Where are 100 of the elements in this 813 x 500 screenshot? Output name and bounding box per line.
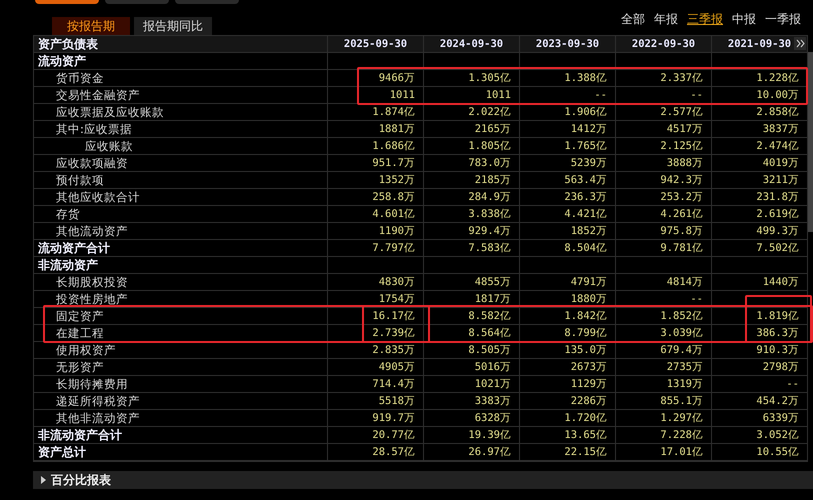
table-cell: 1.819亿 bbox=[712, 308, 808, 324]
table-cell: 28.57亿 bbox=[328, 444, 424, 460]
row-label: 在建工程 bbox=[34, 325, 328, 341]
table-cell: -- bbox=[712, 376, 808, 392]
table-cell: 2673万 bbox=[520, 359, 616, 375]
table-cell: 8.799亿 bbox=[520, 325, 616, 341]
table-cell: 9466万 bbox=[328, 70, 424, 86]
row-label: 长期待摊费用 bbox=[34, 376, 328, 392]
table-cell: 1011 bbox=[424, 87, 520, 103]
table-cell: 3.838亿 bbox=[424, 206, 520, 222]
report-tab[interactable]: 按报告期 bbox=[52, 17, 130, 35]
row-label: 流动资产合计 bbox=[34, 240, 328, 256]
table-cell: 2.739亿 bbox=[328, 325, 424, 341]
table-cell: 2.337亿 bbox=[616, 70, 712, 86]
table-cell: 1880万 bbox=[520, 291, 616, 307]
collapsed-section-bar[interactable]: 百分比报表 bbox=[33, 471, 813, 489]
table-cell: 284.9万 bbox=[424, 189, 520, 205]
row-label: 交易性金融资产 bbox=[34, 87, 328, 103]
table-cell: 258.8万 bbox=[328, 189, 424, 205]
table-cell: 5518万 bbox=[328, 393, 424, 409]
row-label: 使用权资产 bbox=[34, 342, 328, 358]
date-text: 2025-09-30 bbox=[344, 38, 408, 50]
period-filter[interactable]: 中报 bbox=[732, 10, 756, 28]
table-cell: 3.039亿 bbox=[616, 325, 712, 341]
table-cell: -- bbox=[616, 87, 712, 103]
table-cell: 1.765亿 bbox=[520, 138, 616, 154]
period-filter[interactable]: 一季报 bbox=[765, 10, 801, 28]
table-cell: 1.297亿 bbox=[616, 410, 712, 426]
row-label: 投资性房地产 bbox=[34, 291, 328, 307]
table-cell: 3.052亿 bbox=[712, 427, 808, 443]
report-tab[interactable]: 报告期同比 bbox=[134, 17, 212, 35]
table-cell: 1.720亿 bbox=[520, 410, 616, 426]
table-cell: 3888万 bbox=[616, 155, 712, 171]
table-cell: 1.686亿 bbox=[328, 138, 424, 154]
table-cell: 2.835万 bbox=[328, 342, 424, 358]
table-cell: 1.852亿 bbox=[616, 308, 712, 324]
table-cell: 9.781亿 bbox=[616, 240, 712, 256]
table-cell: 2185万 bbox=[424, 172, 520, 188]
table-cell: 386.3万 bbox=[712, 325, 808, 341]
table-cell: 6339万 bbox=[712, 410, 808, 426]
table-cell: 975.8万 bbox=[616, 223, 712, 239]
table-cell: 1.805亿 bbox=[424, 138, 520, 154]
date-text: 2021-09-30 bbox=[728, 38, 792, 50]
row-label: 递延所得税资产 bbox=[34, 393, 328, 409]
table-cell: 4.601亿 bbox=[328, 206, 424, 222]
table-title: 资产负债表 bbox=[34, 36, 328, 52]
scrollbar[interactable] bbox=[808, 52, 813, 232]
table-cell: 8.505万 bbox=[424, 342, 520, 358]
table-cell: 1754万 bbox=[328, 291, 424, 307]
table-cell: 4855万 bbox=[424, 274, 520, 290]
row-label: 非流动资产 bbox=[34, 257, 328, 273]
table-cell: 13.65亿 bbox=[520, 427, 616, 443]
row-label: 资产总计 bbox=[34, 444, 328, 460]
row-label: 长期股权投资 bbox=[34, 274, 328, 290]
table-cell: 1352万 bbox=[328, 172, 424, 188]
table-cell: 8.504亿 bbox=[520, 240, 616, 256]
table-cell: 783.0万 bbox=[424, 155, 520, 171]
table-cell: 1011 bbox=[328, 87, 424, 103]
row-label: 应收款项融资 bbox=[34, 155, 328, 171]
period-filter[interactable]: 三季报 bbox=[687, 10, 723, 28]
table-cell: 17.01亿 bbox=[616, 444, 712, 460]
table-cell: 1190万 bbox=[328, 223, 424, 239]
table-cell: 714.4万 bbox=[328, 376, 424, 392]
date-text: 2023-09-30 bbox=[536, 38, 600, 50]
period-filter[interactable]: 年报 bbox=[654, 10, 678, 28]
date-text: 2022-09-30 bbox=[632, 38, 696, 50]
table-cell: 2798万 bbox=[712, 359, 808, 375]
period-filter[interactable]: 全部 bbox=[621, 10, 645, 28]
table-cell: 19.39亿 bbox=[424, 427, 520, 443]
top-tab[interactable] bbox=[35, 0, 99, 4]
table-cell: 4.421亿 bbox=[520, 206, 616, 222]
table-cell: 7.228亿 bbox=[616, 427, 712, 443]
table-cell: 6328万 bbox=[424, 410, 520, 426]
table-cell: 951.7万 bbox=[328, 155, 424, 171]
table-cell: 1881万 bbox=[328, 121, 424, 137]
table-cell: 2.125亿 bbox=[616, 138, 712, 154]
table-cell: 855.1万 bbox=[616, 393, 712, 409]
table-cell: 20.77亿 bbox=[328, 427, 424, 443]
row-label: 非流动资产合计 bbox=[34, 427, 328, 443]
table-cell: 1.388亿 bbox=[520, 70, 616, 86]
table-cell: 1.874亿 bbox=[328, 104, 424, 120]
table-cell: 910.3万 bbox=[712, 342, 808, 358]
table-cell: 1021万 bbox=[424, 376, 520, 392]
row-label: 其中:应收票据 bbox=[34, 121, 328, 137]
row-label: 预付款项 bbox=[34, 172, 328, 188]
row-label: 存货 bbox=[34, 206, 328, 222]
table-cell: 2.022亿 bbox=[424, 104, 520, 120]
table-cell: 1.906亿 bbox=[520, 104, 616, 120]
table-cell: 7.502亿 bbox=[712, 240, 808, 256]
table-cell: 679.4万 bbox=[616, 342, 712, 358]
table-cell: 1.305亿 bbox=[424, 70, 520, 86]
table-cell: 7.583亿 bbox=[424, 240, 520, 256]
table-cell: 2165万 bbox=[424, 121, 520, 137]
table-cell: 1440万 bbox=[712, 274, 808, 290]
next-icon[interactable] bbox=[794, 37, 806, 50]
table-cell: 26.97亿 bbox=[424, 444, 520, 460]
table-cell: 4905万 bbox=[328, 359, 424, 375]
table-cell: 253.2万 bbox=[616, 189, 712, 205]
row-label: 其他应收款合计 bbox=[34, 189, 328, 205]
table-cell: 236.3万 bbox=[520, 189, 616, 205]
